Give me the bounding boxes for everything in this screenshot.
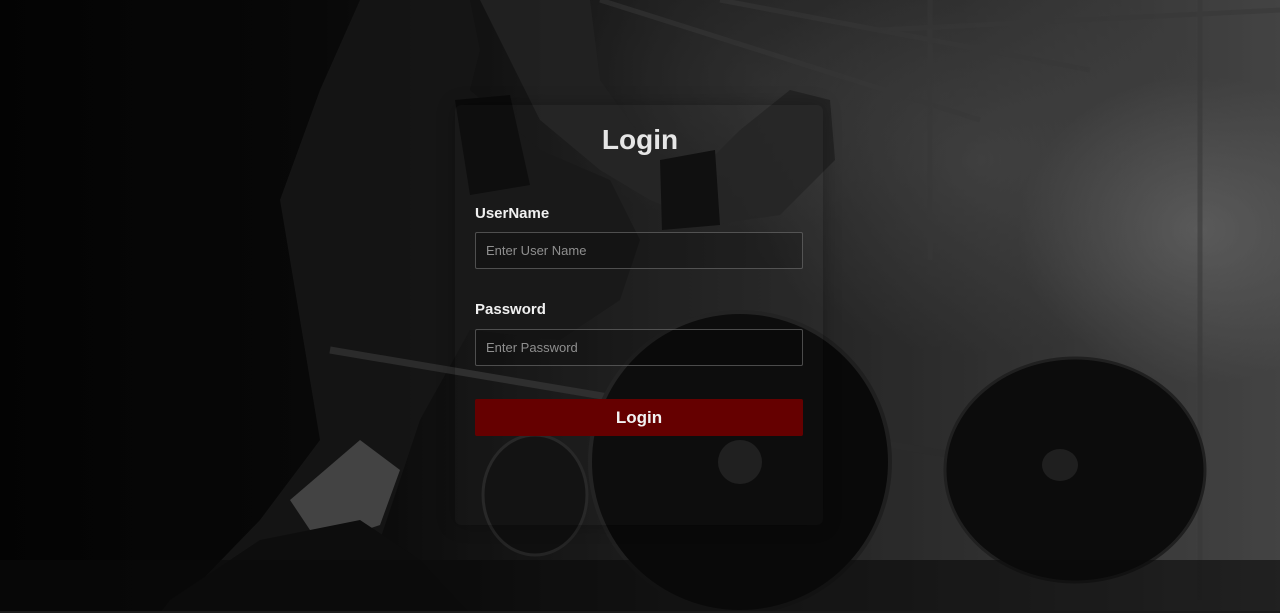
password-input[interactable] [475, 329, 803, 366]
username-label: UserName [475, 205, 550, 222]
password-label: Password [475, 301, 546, 318]
username-input[interactable] [475, 232, 803, 269]
login-title: Login [601, 124, 679, 155]
login-page: Login UserName Password Login [0, 0, 1280, 613]
login-button[interactable]: Login [475, 399, 803, 436]
